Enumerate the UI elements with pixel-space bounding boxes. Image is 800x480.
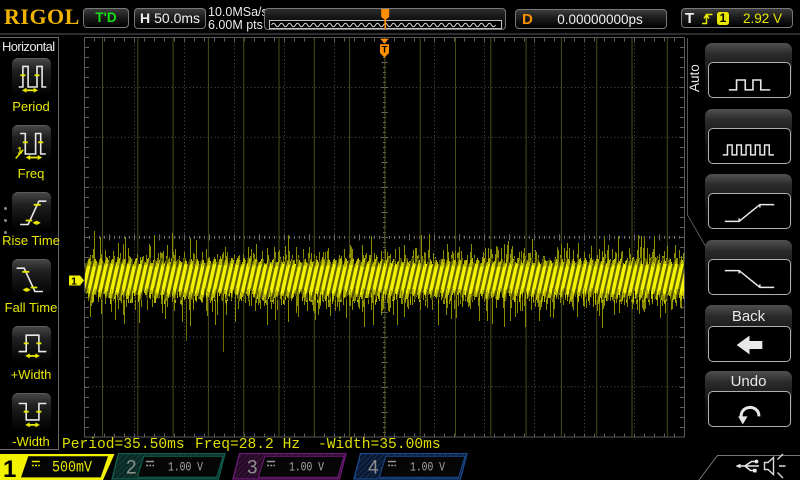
svg-text:4: 4 xyxy=(368,458,379,479)
svg-text:3: 3 xyxy=(247,458,258,479)
svg-text:500mV: 500mV xyxy=(52,459,92,477)
svg-text:2: 2 xyxy=(126,458,137,479)
svg-text:1: 1 xyxy=(71,276,77,287)
svg-text:1.00 V: 1.00 V xyxy=(289,460,324,475)
svg-text:1.00 V: 1.00 V xyxy=(410,460,445,475)
svg-text:1: 1 xyxy=(3,456,16,480)
svg-text:1.00 V: 1.00 V xyxy=(168,460,203,475)
svg-text:T: T xyxy=(382,44,388,55)
